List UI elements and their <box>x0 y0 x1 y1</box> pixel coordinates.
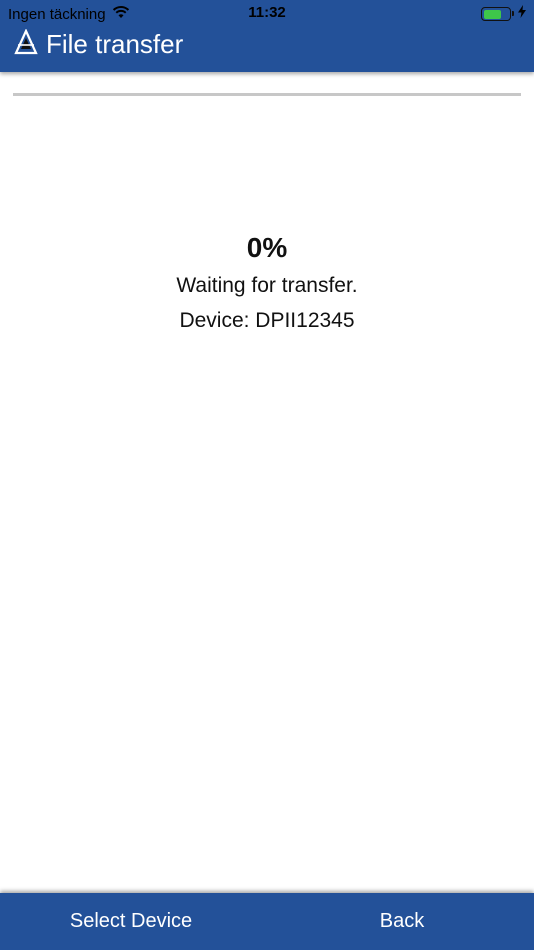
app-header: Ingen täckning 11:32 File transfer <box>0 0 534 72</box>
back-button[interactable]: Back <box>270 893 534 950</box>
status-bar-right <box>481 5 526 23</box>
charging-bolt-icon <box>518 5 526 23</box>
battery-level <box>483 9 501 19</box>
select-device-button[interactable]: Select Device <box>0 893 262 950</box>
transfer-progress-bar <box>13 93 521 96</box>
battery-icon <box>481 7 514 21</box>
page-title: File transfer <box>46 28 184 59</box>
transfer-status-message: Waiting for transfer. <box>176 274 358 297</box>
triangle-logo-icon <box>14 27 38 60</box>
progress-percent: 0% <box>246 232 288 263</box>
device-id-label: Device: DPII12345 <box>179 309 355 332</box>
title-row: File transfer <box>14 27 184 60</box>
transfer-status-panel: 0% Waiting for transfer. Device: DPII123… <box>0 228 534 338</box>
bottom-toolbar: Select Device Back <box>0 893 534 950</box>
clock: 11:32 <box>248 4 286 21</box>
